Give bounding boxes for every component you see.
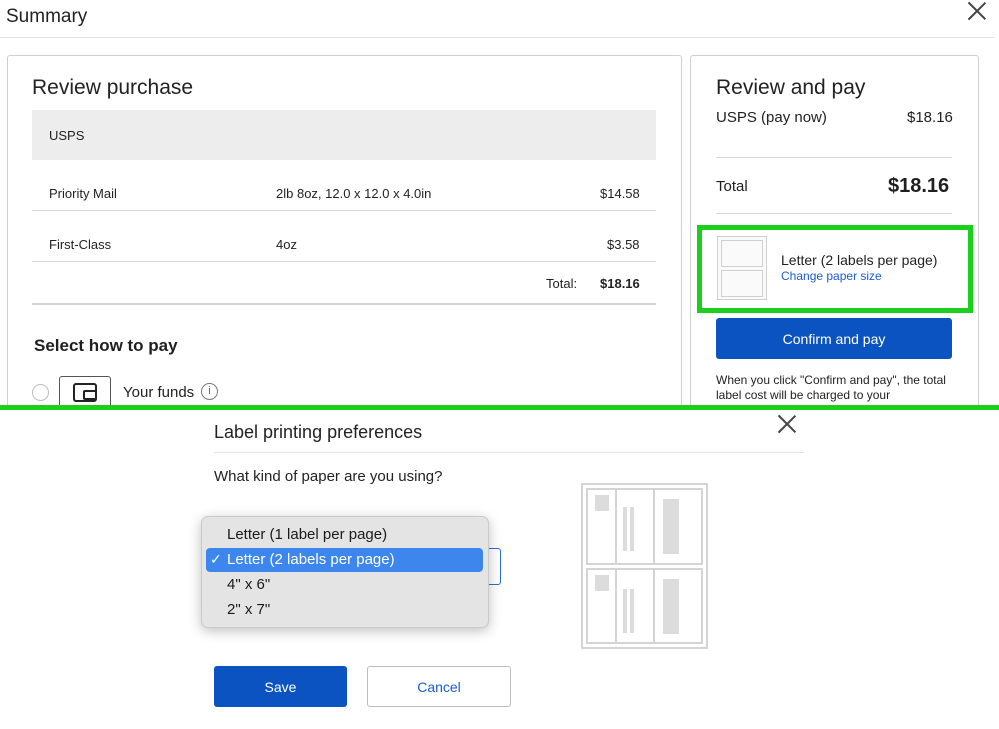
paper-option[interactable]: Letter (1 label per page) xyxy=(227,526,387,543)
total-label: Total: xyxy=(546,276,578,291)
close-icon[interactable] xyxy=(966,0,988,22)
paper-thumbnail xyxy=(717,236,767,300)
paper-preview-graphic xyxy=(581,483,708,649)
total-value: $18.16 xyxy=(600,276,640,291)
usps-pay-value: $18.16 xyxy=(907,109,953,126)
paper-option[interactable]: 4" x 6" xyxy=(227,576,270,593)
dialog-title: Label printing preferences xyxy=(214,422,423,442)
pay-divider xyxy=(716,157,952,158)
paper-size-label: Letter (2 labels per page) xyxy=(781,252,938,268)
funds-radio[interactable] xyxy=(32,384,49,401)
save-button[interactable]: Save xyxy=(214,666,347,707)
row-divider xyxy=(32,210,656,211)
paper-question: What kind of paper are you using? xyxy=(214,468,443,485)
row-price: $14.58 xyxy=(600,186,640,201)
row-service: First-Class xyxy=(49,237,112,252)
row-details: 4oz xyxy=(276,237,297,252)
paper-option-selected[interactable]: Letter (2 labels per page) xyxy=(227,551,395,568)
pay-total-label: Total xyxy=(716,178,748,195)
funds-label: Your funds xyxy=(123,384,195,401)
dialog-close-icon[interactable] xyxy=(776,413,798,435)
carrier-label: USPS xyxy=(49,128,85,143)
wallet-icon xyxy=(73,383,97,402)
pay-total-value: $18.16 xyxy=(888,175,950,197)
confirm-and-pay-button[interactable]: Confirm and pay xyxy=(716,318,952,359)
review-purchase-title: Review purchase xyxy=(32,76,194,99)
dialog-divider xyxy=(214,452,804,453)
review-pay-title: Review and pay xyxy=(716,76,866,99)
review-purchase-panel xyxy=(7,55,682,415)
screenshot-separator xyxy=(0,405,999,410)
carrier-header xyxy=(32,110,656,160)
paper-option[interactable]: 2" x 7" xyxy=(227,601,270,618)
row-divider xyxy=(32,261,656,262)
change-paper-size-link[interactable]: Change paper size xyxy=(781,269,882,283)
cancel-button[interactable]: Cancel xyxy=(367,666,511,707)
header-divider xyxy=(0,37,995,38)
info-icon[interactable]: i xyxy=(201,383,218,400)
usps-pay-label: USPS (pay now) xyxy=(716,109,827,126)
row-service: Priority Mail xyxy=(49,186,117,201)
page-title: Summary xyxy=(6,6,88,27)
row-details: 2lb 8oz, 12.0 x 12.0 x 4.0in xyxy=(276,186,432,201)
check-icon: ✓ xyxy=(210,551,222,567)
charge-disclaimer: When you click "Confirm and pay", the to… xyxy=(716,373,946,402)
select-pay-heading: Select how to pay xyxy=(34,336,178,355)
pay-divider xyxy=(716,213,952,214)
total-divider xyxy=(32,303,656,305)
row-price: $3.58 xyxy=(607,237,640,252)
